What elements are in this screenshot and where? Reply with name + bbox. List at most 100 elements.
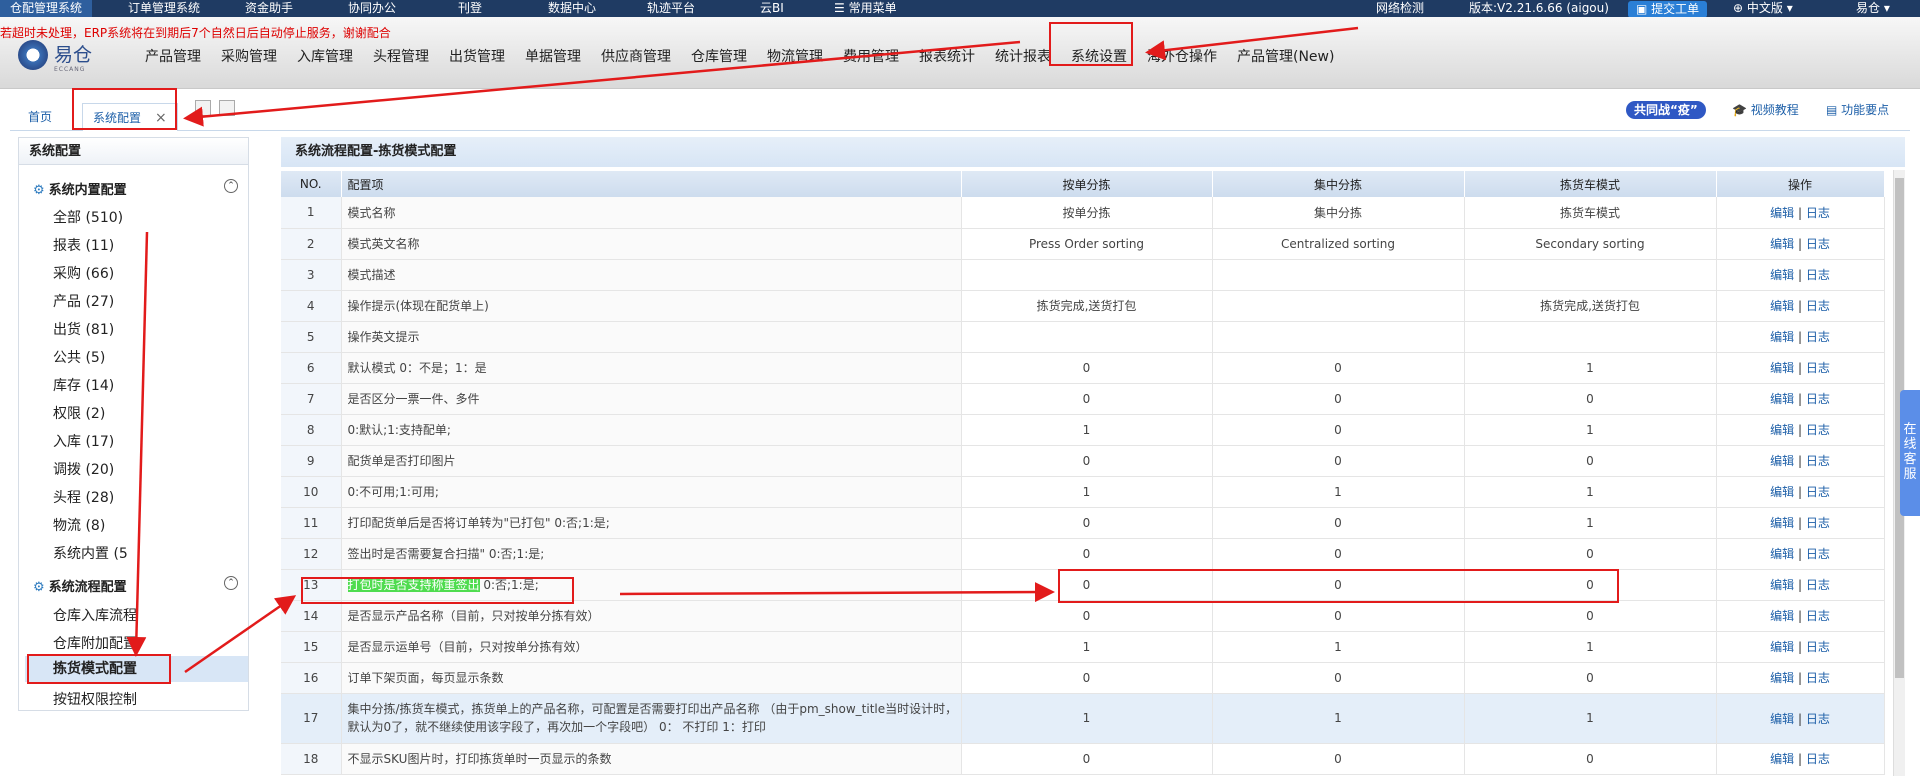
topbar-item-bi[interactable]: 云BI [760, 0, 784, 17]
sidebar-group-process[interactable]: ⚙ 系统流程配置 [33, 576, 127, 595]
log-link[interactable]: 日志 [1806, 516, 1830, 530]
scroll-right-icon[interactable] [219, 100, 235, 116]
feature-points-link[interactable]: ▤ 功能要点 [1826, 101, 1889, 118]
log-link[interactable]: 日志 [1806, 330, 1830, 344]
language-select[interactable]: ⊕ 中文版 ▾ [1733, 0, 1793, 17]
log-link[interactable]: 日志 [1806, 640, 1830, 654]
logo[interactable]: 易仓 ECCANG [18, 38, 118, 74]
log-link[interactable]: 日志 [1806, 361, 1830, 375]
edit-link[interactable]: 编辑 [1770, 206, 1794, 220]
nav-inbound[interactable]: 入库管理 [297, 46, 353, 66]
nav-overseas-ops[interactable]: 海外仓操作 [1147, 46, 1217, 66]
nav-documents[interactable]: 单据管理 [525, 46, 581, 66]
sidebar-item-permission[interactable]: 权限 (2) [53, 403, 105, 423]
edit-link[interactable]: 编辑 [1770, 547, 1794, 561]
nav-purchase[interactable]: 采购管理 [221, 46, 277, 66]
log-link[interactable]: 日志 [1806, 268, 1830, 282]
sidebar-item-inbound-flow[interactable]: 仓库入库流程 [53, 605, 137, 625]
submit-ticket-button[interactable]: ▣ 提交工单 [1628, 1, 1708, 18]
network-check-link[interactable]: 网络检测 [1376, 0, 1424, 17]
user-menu[interactable]: 易仓 ▾ [1856, 0, 1890, 17]
sidebar-item-all[interactable]: 全部 (510) [53, 207, 123, 227]
sidebar-item-transfer[interactable]: 调拨 (20) [53, 459, 114, 479]
action-separator: | [1797, 547, 1803, 561]
sidebar-item-logistics[interactable]: 物流 (8) [53, 515, 105, 535]
nav-fees[interactable]: 费用管理 [843, 46, 899, 66]
log-link[interactable]: 日志 [1806, 454, 1830, 468]
edit-link[interactable]: 编辑 [1770, 516, 1794, 530]
logo-text: 易仓 [54, 44, 93, 66]
row-number: 8 [281, 414, 342, 446]
sidebar-item-product[interactable]: 产品 (27) [53, 291, 114, 311]
log-link[interactable]: 日志 [1806, 237, 1830, 251]
caret-down-icon: ▾ [1883, 1, 1890, 15]
edit-link[interactable]: 编辑 [1770, 712, 1794, 726]
value-cart: 1 [1464, 414, 1717, 446]
edit-link[interactable]: 编辑 [1770, 578, 1794, 592]
log-link[interactable]: 日志 [1806, 609, 1830, 623]
edit-link[interactable]: 编辑 [1770, 268, 1794, 282]
nav-warehouse[interactable]: 仓库管理 [691, 46, 747, 66]
log-link[interactable]: 日志 [1806, 206, 1830, 220]
sidebar-item-public[interactable]: 公共 (5) [53, 347, 105, 367]
sidebar-item-shipping[interactable]: 出货 (81) [53, 319, 114, 339]
topbar-item-listing[interactable]: 刊登 [458, 0, 482, 17]
sidebar-item-builtin[interactable]: 系统内置 (5 [53, 543, 128, 563]
video-tutorial-link[interactable]: 🎓 视频教程 [1732, 101, 1799, 118]
topbar-item-warehouse-system[interactable]: 仓配管理系统 [0, 0, 93, 17]
log-link[interactable]: 日志 [1806, 671, 1830, 685]
table-row: 3 模式描述 编辑 | 日志 [281, 259, 1885, 291]
chevron-up-icon[interactable]: ⌃ [224, 576, 238, 590]
sidebar-group-builtin[interactable]: ⚙ 系统内置配置 [33, 179, 127, 198]
topbar-item-finance[interactable]: 资金助手 [245, 0, 293, 17]
sidebar-item-reports[interactable]: 报表 (11) [53, 235, 114, 255]
sidebar-item-extra-config[interactable]: 仓库附加配置 [53, 633, 137, 653]
log-link[interactable]: 日志 [1806, 423, 1830, 437]
topbar-item-collab[interactable]: 协同办公 [348, 0, 396, 17]
common-menu[interactable]: ☰ 常用菜单 [834, 0, 897, 17]
topbar-item-order-system[interactable]: 订单管理系统 [128, 0, 200, 17]
nav-supplier[interactable]: 供应商管理 [601, 46, 671, 66]
log-link[interactable]: 日志 [1806, 485, 1830, 499]
sidebar-item-inbound[interactable]: 入库 (17) [53, 431, 114, 451]
sidebar-item-button-permission[interactable]: 按钮权限控制 [53, 689, 137, 709]
nav-product[interactable]: 产品管理 [145, 46, 201, 66]
nav-reports[interactable]: 报表统计 [919, 46, 975, 66]
sidebar-item-inventory[interactable]: 库存 (14) [53, 375, 114, 395]
nav-product-new[interactable]: 产品管理(New) [1237, 46, 1334, 66]
edit-link[interactable]: 编辑 [1770, 640, 1794, 654]
log-link[interactable]: 日志 [1806, 752, 1830, 766]
online-service-button[interactable]: 在线客服 [1900, 390, 1920, 516]
edit-link[interactable]: 编辑 [1770, 752, 1794, 766]
chevron-up-icon[interactable]: ⌃ [224, 179, 238, 193]
edit-link[interactable]: 编辑 [1770, 392, 1794, 406]
edit-link[interactable]: 编辑 [1770, 423, 1794, 437]
edit-link[interactable]: 编辑 [1770, 330, 1794, 344]
value-cart [1464, 259, 1717, 291]
edit-link[interactable]: 编辑 [1770, 485, 1794, 499]
tab-home[interactable]: 首页 [28, 103, 52, 131]
nav-logistics[interactable]: 物流管理 [767, 46, 823, 66]
edit-link[interactable]: 编辑 [1770, 454, 1794, 468]
nav-first-leg[interactable]: 头程管理 [373, 46, 429, 66]
log-link[interactable]: 日志 [1806, 392, 1830, 406]
topbar-item-track[interactable]: 轨迹平台 [647, 0, 695, 17]
sidebar-item-first-leg[interactable]: 头程 (28) [53, 487, 114, 507]
edit-link[interactable]: 编辑 [1770, 237, 1794, 251]
topbar-item-data-center[interactable]: 数据中心 [548, 0, 596, 17]
edit-link[interactable]: 编辑 [1770, 671, 1794, 685]
edit-link[interactable]: 编辑 [1770, 609, 1794, 623]
nav-stat-reports[interactable]: 统计报表 [995, 46, 1051, 66]
edit-link[interactable]: 编辑 [1770, 361, 1794, 375]
log-link[interactable]: 日志 [1806, 547, 1830, 561]
video-tutorial-label: 视频教程 [1750, 103, 1799, 117]
sidebar-item-purchase[interactable]: 采购 (66) [53, 263, 114, 283]
edit-link[interactable]: 编辑 [1770, 299, 1794, 313]
scroll-left-icon[interactable] [195, 100, 211, 116]
actions-cell: 编辑 | 日志 [1716, 693, 1885, 744]
log-link[interactable]: 日志 [1806, 299, 1830, 313]
log-link[interactable]: 日志 [1806, 578, 1830, 592]
log-link[interactable]: 日志 [1806, 712, 1830, 726]
fight-virus-badge[interactable]: 共同战“疫” [1626, 101, 1706, 119]
nav-shipping[interactable]: 出货管理 [449, 46, 505, 66]
